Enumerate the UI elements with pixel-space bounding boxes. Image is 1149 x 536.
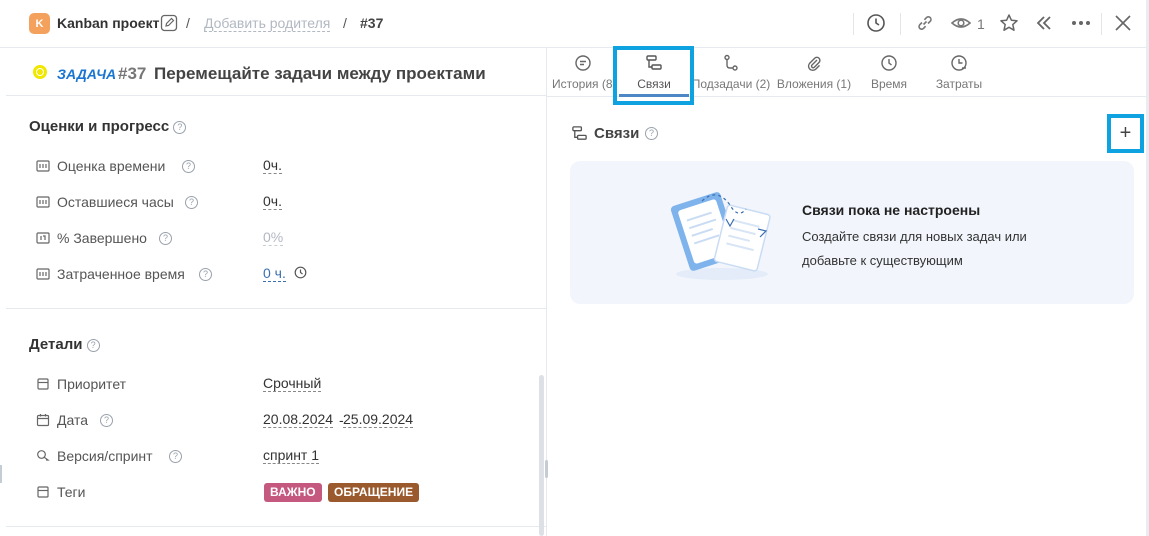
field-label: Дата	[57, 412, 89, 428]
tab-costs[interactable]: Затраты	[927, 48, 991, 97]
remaining-hours-value[interactable]: 0ч.	[263, 194, 282, 210]
time-estimate-value[interactable]: 0ч.	[263, 158, 282, 174]
spent-time-value[interactable]: 0 ч.	[263, 266, 286, 282]
tag-request[interactable]: ОБРАЩЕНИЕ	[328, 483, 420, 502]
header-divider	[853, 13, 854, 35]
relations-title: Связи	[594, 125, 640, 142]
tab-label: Время	[870, 77, 908, 91]
estimate-icon	[36, 159, 50, 178]
field-sprint: Версия/спринт ? спринт 1	[36, 446, 536, 466]
project-name-link[interactable]: Kanban проект	[57, 15, 159, 31]
section-divider	[6, 526, 546, 527]
status-indicator[interactable]	[33, 65, 47, 79]
help-icon[interactable]: ?	[199, 268, 212, 281]
field-label: Теги	[57, 484, 86, 500]
field-label: Приоритет	[57, 376, 127, 392]
tab-subtasks[interactable]: Подзадачи (2)	[691, 48, 771, 97]
help-icon[interactable]: ?	[159, 232, 172, 245]
field-tags: Теги ВАЖНО ОБРАЩЕНИЕ	[36, 482, 536, 502]
link-icon[interactable]	[915, 13, 935, 38]
priority-icon	[36, 377, 50, 396]
sprint-value[interactable]: спринт 1	[263, 448, 320, 464]
tab-time[interactable]: Время	[859, 48, 919, 97]
task-detail-window: K Kanban проект / Добавить родителя / #3…	[0, 0, 1149, 536]
date-end-value[interactable]: 25.09.2024	[343, 412, 414, 428]
tab-label: Подзадачи (2)	[691, 77, 771, 91]
documents-illustration-icon	[662, 179, 782, 294]
relations-icon	[571, 125, 588, 147]
history-icon	[574, 54, 592, 77]
percent-icon	[36, 231, 50, 250]
field-percent-complete: % Завершено ? 0%	[36, 228, 536, 248]
costs-icon	[950, 54, 968, 77]
relations-empty-state: Связи пока не настроены Создайте связи д…	[570, 161, 1134, 304]
scrollbar[interactable]	[539, 375, 544, 536]
tags-icon	[36, 485, 50, 504]
task-header: K Kanban проект / Добавить родителя / #3…	[0, 0, 1149, 48]
clock-icon[interactable]	[866, 13, 886, 38]
tag-important[interactable]: ВАЖНО	[264, 483, 322, 502]
star-icon[interactable]	[999, 13, 1019, 38]
priority-value[interactable]: Срочный	[263, 376, 322, 392]
project-badge[interactable]: K	[29, 13, 50, 34]
breadcrumb-separator: /	[343, 15, 347, 31]
resize-handle[interactable]	[0, 465, 2, 483]
clock-icon[interactable]	[294, 266, 307, 284]
estimates-section-title: Оценки и прогресс ?	[29, 118, 187, 135]
field-label: Оценка времени	[57, 158, 166, 174]
tab-attachments[interactable]: Вложения (1)	[773, 48, 855, 97]
eye-icon[interactable]	[950, 13, 972, 38]
task-number: #37	[118, 64, 147, 83]
task-title[interactable]: Перемещайте задачи между проектами	[154, 64, 486, 84]
tab-history[interactable]: История (8)	[547, 48, 619, 97]
breadcrumb-separator: /	[186, 15, 190, 31]
task-type-label[interactable]: ЗАДАЧА	[57, 66, 116, 82]
date-start-value[interactable]: 20.08.2024	[263, 412, 334, 428]
help-icon[interactable]: ?	[185, 196, 198, 209]
highlight-box	[1107, 114, 1144, 153]
estimate-icon	[36, 267, 50, 286]
header-divider	[900, 13, 901, 35]
more-icon[interactable]	[1070, 13, 1092, 38]
subtasks-icon	[722, 54, 740, 77]
field-remaining-hours: Оставшиеся часы ? 0ч.	[36, 192, 536, 212]
panel-resize-handle[interactable]	[545, 460, 548, 478]
collapse-icon[interactable]	[1034, 13, 1054, 38]
help-icon[interactable]: ?	[100, 414, 113, 427]
field-label: Версия/спринт	[57, 448, 153, 464]
estimate-icon	[36, 195, 50, 214]
help-icon[interactable]: ?	[645, 127, 658, 140]
section-divider	[6, 308, 546, 309]
field-label: Затраченное время	[57, 266, 185, 282]
header-divider	[1101, 13, 1102, 35]
paperclip-icon	[805, 54, 823, 77]
field-spent-time: Затраченное время ? 0 ч.	[36, 264, 536, 284]
field-date: Дата ? 20.08.2024 - 25.09.2024	[36, 410, 536, 430]
task-properties-panel: ЗАДАЧА #37 Перемещайте задачи между прое…	[6, 48, 546, 536]
help-icon[interactable]: ?	[182, 160, 195, 173]
add-parent-link[interactable]: Добавить родителя	[204, 16, 331, 32]
clock-icon	[880, 54, 898, 77]
help-icon[interactable]: ?	[169, 450, 182, 463]
tab-label: Вложения (1)	[776, 77, 852, 91]
empty-state-description: Создайте связи для новых задач или добав…	[802, 229, 1027, 268]
edit-icon[interactable]	[160, 14, 178, 37]
close-icon[interactable]	[1113, 13, 1133, 38]
percent-complete-value[interactable]: 0%	[263, 230, 284, 246]
breadcrumb-task-number: #37	[360, 15, 384, 31]
field-priority: Приоритет Срочный	[36, 374, 536, 394]
field-label: Оставшиеся часы	[57, 194, 174, 210]
calendar-icon	[36, 413, 50, 432]
highlight-box	[613, 46, 694, 105]
sprint-icon	[36, 449, 50, 468]
help-icon[interactable]: ?	[173, 120, 187, 134]
help-icon[interactable]: ?	[86, 338, 100, 352]
empty-state-title: Связи пока не настроены	[802, 202, 981, 218]
watchers-count: 1	[977, 16, 985, 32]
task-title-row: ЗАДАЧА #37 Перемещайте задачи между прое…	[6, 48, 546, 96]
tab-label: Затраты	[935, 77, 983, 91]
field-time-estimate: Оценка времени ? 0ч.	[36, 156, 536, 176]
details-section-title: Детали ?	[29, 336, 100, 353]
field-label: % Завершено	[57, 230, 147, 246]
